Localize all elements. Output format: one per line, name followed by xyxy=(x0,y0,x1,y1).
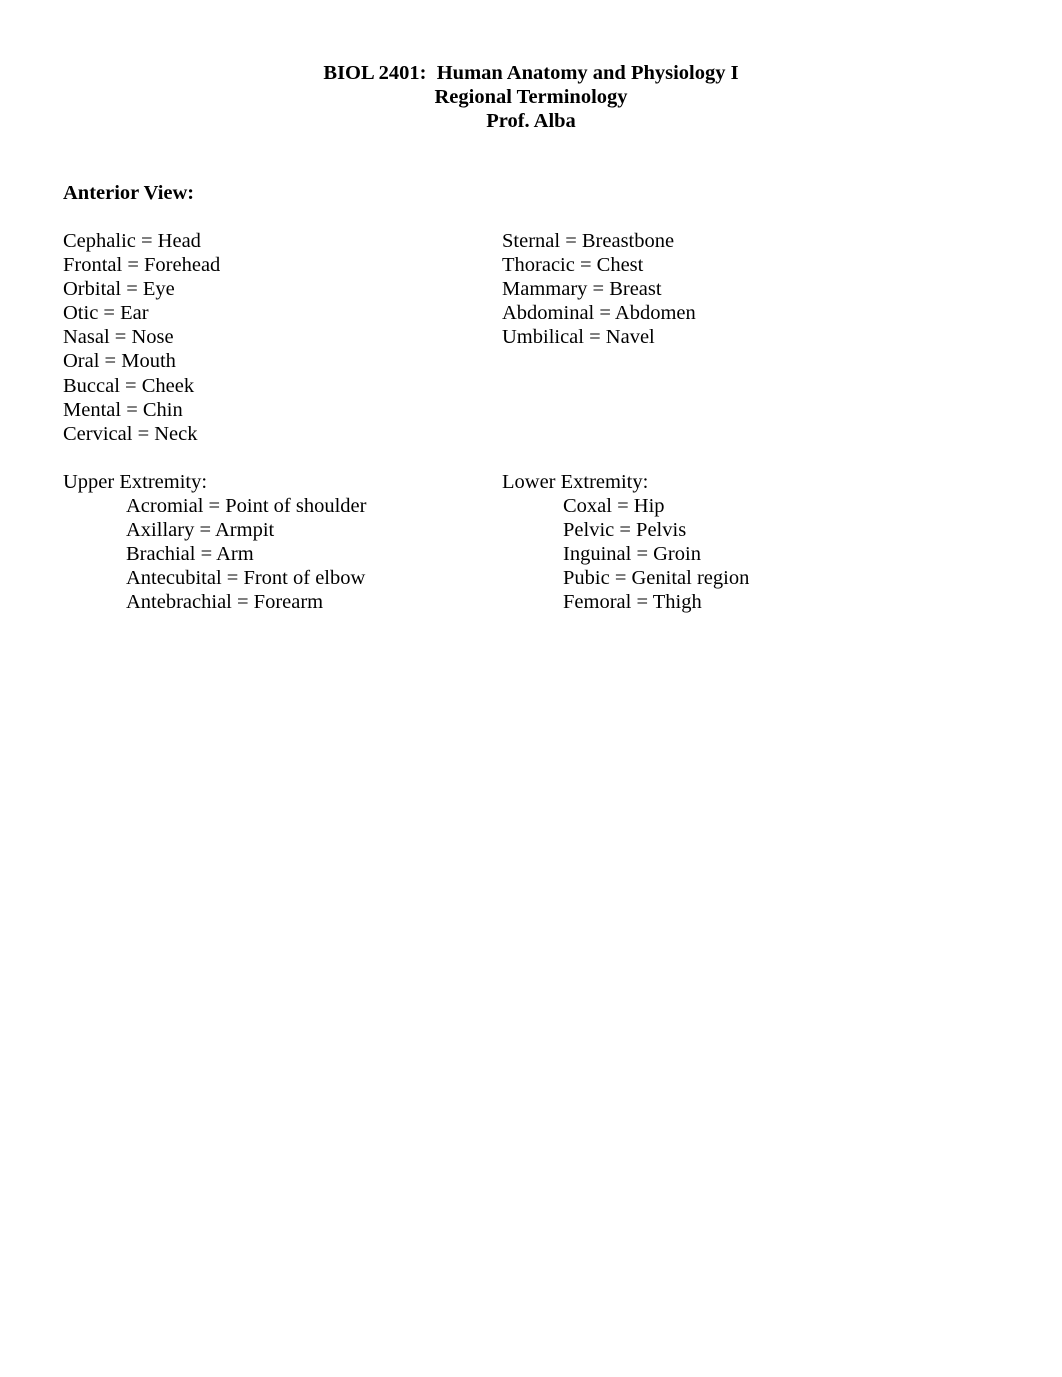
term-item: Mammary = Breast xyxy=(502,278,662,301)
term-item: Sternal = Breastbone xyxy=(502,230,675,252)
head-neck-term-list: Cephalic = Head Frontal = Forehead Orbit… xyxy=(63,229,220,446)
lower-extremity-section: Lower Extremity: Coxal = Hip Pelvic = Pe… xyxy=(502,470,749,615)
term-item: Inguinal = Groin xyxy=(563,543,701,566)
term-item: Axillary = Armpit xyxy=(126,519,275,542)
term-item: Frontal = Forehead xyxy=(63,254,221,277)
lower-extremity-heading: Lower Extremity: xyxy=(502,471,649,493)
term-item: Orbital = Eye xyxy=(63,278,175,301)
topic-title: Regional Terminology xyxy=(434,86,628,108)
term-item: Acromial = Point of shoulder xyxy=(126,495,367,518)
term-item: Cervical = Neck xyxy=(63,422,198,445)
term-item: Abdominal = Abdomen xyxy=(502,302,696,325)
anterior-view-heading: Anterior View: xyxy=(63,182,195,204)
term-item: Antebrachial = Forearm xyxy=(126,591,324,614)
term-item: Umbilical = Navel xyxy=(502,326,655,349)
course-title: BIOL 2401: Human Anatomy and Physiology … xyxy=(323,62,739,84)
term-item: Thoracic = Chest xyxy=(502,254,644,277)
term-item: Otic = Ear xyxy=(63,302,149,325)
term-item: Oral = Mouth xyxy=(63,350,176,373)
term-item: Coxal = Hip xyxy=(563,495,665,518)
document-header: BIOL 2401: Human Anatomy and Physiology … xyxy=(0,61,1062,133)
instructor-name: Prof. Alba xyxy=(486,110,576,132)
term-item: Pelvic = Pelvis xyxy=(563,519,687,542)
upper-extremity-heading: Upper Extremity: xyxy=(63,471,208,493)
term-item: Mental = Chin xyxy=(63,398,183,421)
term-item: Nasal = Nose xyxy=(63,326,174,349)
term-item: Buccal = Cheek xyxy=(63,374,195,397)
term-item: Pubic = Genital region xyxy=(563,567,750,590)
term-item: Femoral = Thigh xyxy=(563,591,702,614)
term-item: Brachial = Arm xyxy=(126,543,254,566)
term-item: Cephalic = Head xyxy=(63,230,201,252)
term-item: Antecubital = Front of elbow xyxy=(126,567,366,590)
trunk-term-list: Sternal = Breastbone Thoracic = Chest Ma… xyxy=(502,229,696,349)
upper-extremity-section: Upper Extremity: Acromial = Point of sho… xyxy=(63,470,366,615)
